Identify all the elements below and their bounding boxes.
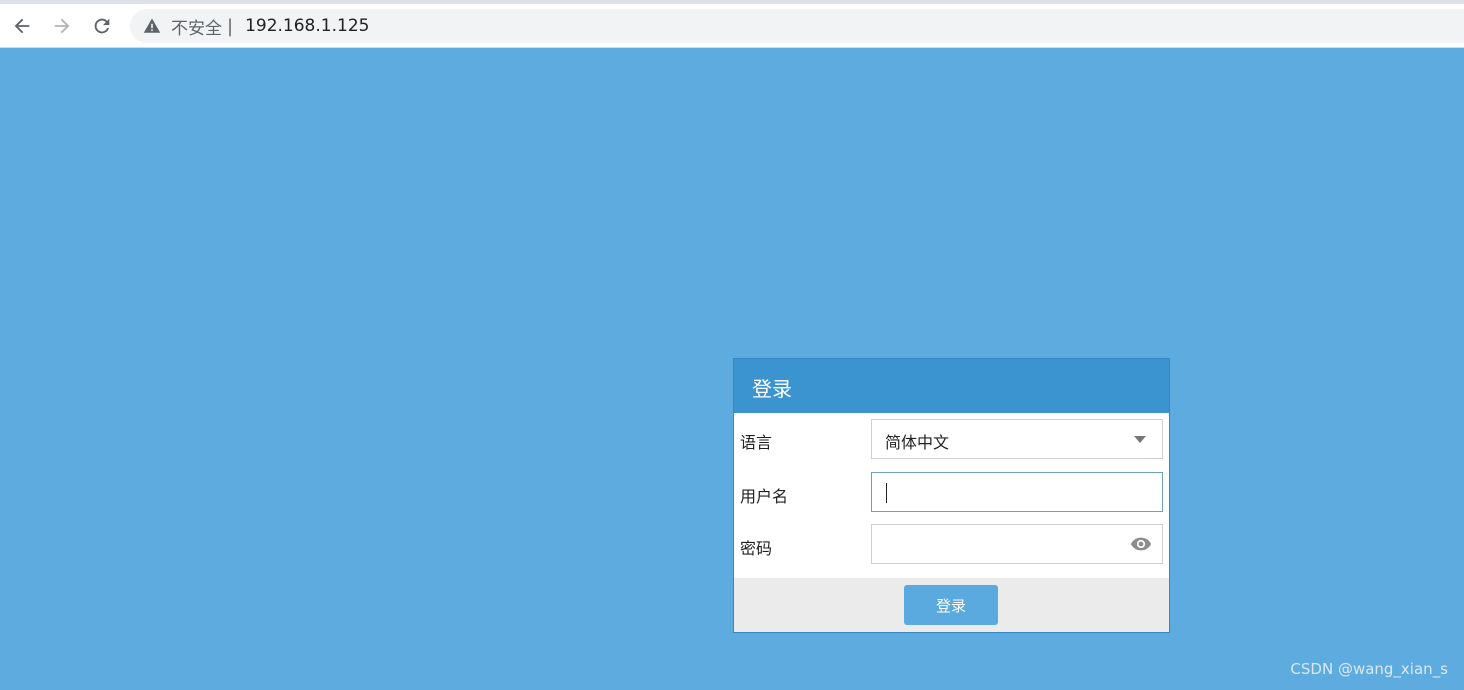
back-arrow-icon <box>14 18 30 34</box>
dropdown-caret-icon <box>1134 436 1146 443</box>
username-input[interactable] <box>871 472 1163 512</box>
language-label: 语言 <box>740 433 773 452</box>
address-separator: | <box>227 15 234 37</box>
csdn-watermark: CSDN @wang_xian_s <box>1290 660 1448 678</box>
username-label: 用户名 <box>740 487 789 506</box>
warning-icon[interactable] <box>143 17 161 35</box>
forward-arrow-icon <box>54 18 70 34</box>
login-dialog: 登录 语言 简体中文 用户名 密码 登录 <box>733 358 1170 633</box>
reload-button[interactable] <box>86 10 118 42</box>
reload-icon <box>94 18 110 34</box>
eye-icon[interactable] <box>1130 535 1152 553</box>
language-selected-value: 简体中文 <box>885 433 950 452</box>
password-input[interactable] <box>871 524 1163 564</box>
url-text[interactable]: 192.168.1.125 <box>245 16 369 36</box>
language-select[interactable]: 简体中文 <box>871 419 1163 459</box>
dialog-title: 登录 <box>752 377 792 401</box>
browser-toolbar: 不安全 | 192.168.1.125 <box>0 4 1464 48</box>
dialog-footer: 登录 <box>734 578 1169 632</box>
dialog-header: 登录 <box>734 359 1169 413</box>
forward-button[interactable] <box>46 10 78 42</box>
security-status-label[interactable]: 不安全 <box>171 14 222 39</box>
back-button[interactable] <box>6 10 38 42</box>
login-submit-button[interactable]: 登录 <box>904 585 998 625</box>
password-label: 密码 <box>740 539 773 558</box>
text-cursor <box>886 483 887 503</box>
address-bar[interactable]: 不安全 | 192.168.1.125 <box>130 9 1464 43</box>
